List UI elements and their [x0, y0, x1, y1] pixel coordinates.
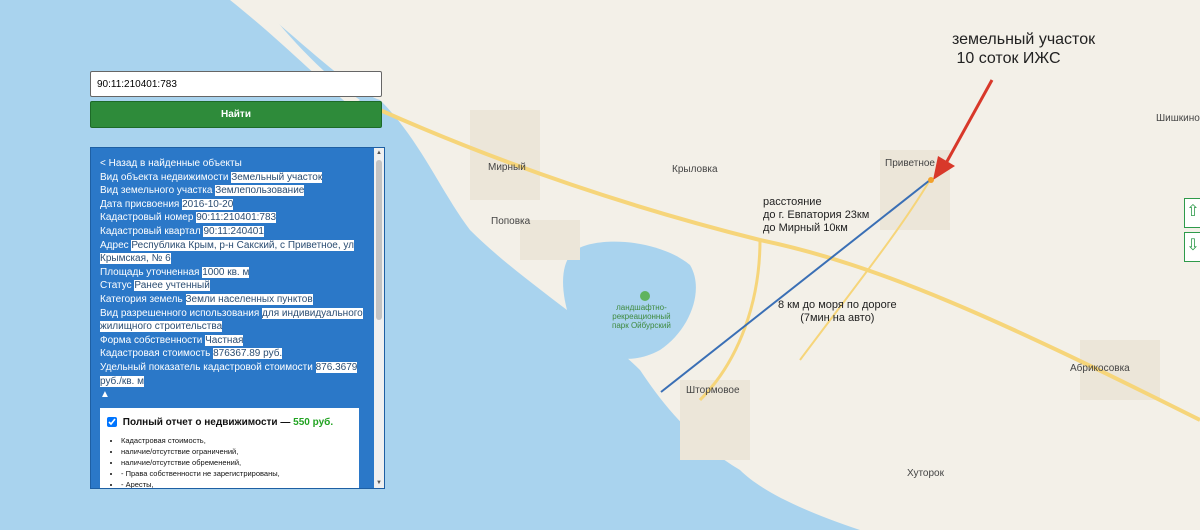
info-row: Вид разрешенного использования для индив… — [100, 307, 365, 334]
info-row-label: Адрес — [100, 239, 129, 251]
search-button[interactable]: Найти — [90, 101, 382, 128]
info-row: Вид объекта недвижимости Земельный участ… — [100, 171, 365, 185]
info-row: Удельный показатель кадастровой стоимост… — [100, 361, 365, 388]
info-row-value: 876367.89 руб. — [213, 348, 283, 360]
info-row-value: Ранее учтенный — [134, 280, 210, 292]
place-khutorok: Хуторок — [907, 468, 944, 479]
info-row-value: Республика Крым, р-н Сакский, с Приветно… — [100, 239, 354, 265]
place-mirny: Мирный — [488, 162, 526, 173]
report-checkbox[interactable] — [107, 416, 117, 427]
report-item: наличие/отсутствие ограничений, — [121, 446, 352, 457]
info-row-value: 2016-10-20 — [182, 198, 234, 210]
info-row-label: Статус — [100, 280, 132, 292]
info-row-label: Дата присвоения — [100, 198, 180, 210]
place-krylovka: Крыловка — [672, 164, 718, 175]
back-to-results-link[interactable]: < Назад в найденные объекты — [100, 157, 365, 171]
info-row: Вид земельного участка Землепользование — [100, 184, 365, 198]
report-item: Кадастровая стоимость, — [121, 435, 352, 446]
report-price: 550 руб. — [293, 416, 334, 428]
report-item: - Аресты, — [121, 479, 352, 488]
annotation-distance: расстояние до г. Евпатория 23км до Мирны… — [763, 196, 870, 234]
map-arrow-down-icon[interactable]: ⇩ — [1184, 232, 1200, 262]
annotation-sea: 8 км до моря по дороге (7мин на авто) — [778, 299, 897, 324]
info-row-value: 90:11:210401:783 — [196, 212, 277, 224]
info-row-label: Вид разрешенного использования — [100, 307, 260, 319]
info-row-value: Землепользование — [215, 185, 305, 197]
search-panel: Найти — [90, 71, 382, 128]
info-row-label: Кадастровая стоимость — [100, 348, 211, 360]
info-row-value: Частная — [205, 334, 244, 346]
info-row-label: Площадь уточненная — [100, 266, 200, 278]
info-row: Форма собственности Частная — [100, 334, 365, 348]
info-scroll-area[interactable]: < Назад в найденные объекты Вид объекта … — [91, 148, 373, 488]
scroll-up-icon[interactable]: ▲ — [374, 148, 384, 158]
info-row: Статус Ранее учтенный — [100, 279, 365, 293]
info-row-label: Кадастровый номер — [100, 212, 194, 224]
info-scrollbar[interactable]: ▲ ▼ — [374, 148, 384, 488]
place-privetnoe: Приветное — [885, 158, 935, 169]
plot-marker — [928, 177, 934, 183]
info-row-label: Форма собственности — [100, 334, 203, 346]
place-park: ландшафтно- рекреационный парк Ойбурский — [612, 303, 671, 330]
info-row-label: Категория земель — [100, 293, 183, 305]
map-arrow-up-icon[interactable]: ⇧ — [1184, 198, 1200, 228]
info-row-label: Вид земельного участка — [100, 185, 213, 197]
info-row: Адрес Республика Крым, р-н Сакский, с Пр… — [100, 239, 365, 266]
place-popovka: Поповка — [491, 216, 531, 227]
info-row: Кадастровый номер 90:11:210401:783 — [100, 211, 365, 225]
place-stormovoe: Штормовое — [686, 385, 740, 396]
report-item: - Права собственности не зарегистрирован… — [121, 468, 352, 479]
collapse-toggle[interactable]: ▲ — [100, 388, 365, 402]
info-row: Дата присвоения 2016-10-20 — [100, 198, 365, 212]
info-row-label: Удельный показатель кадастровой стоимост… — [100, 361, 313, 373]
report-item: наличие/отсутствие обременений, — [121, 457, 352, 468]
scroll-down-icon[interactable]: ▼ — [374, 478, 384, 488]
info-row-value: 1000 кв. м — [202, 266, 250, 278]
annotation-plot: земельный участок 10 соток ИЖС — [952, 31, 1096, 67]
report-title-text: Полный отчет о недвижимости — — [122, 416, 291, 428]
info-row-value: Земельный участок — [231, 171, 323, 183]
property-info-panel: < Назад в найденные объекты Вид объекта … — [90, 147, 385, 489]
info-row: Категория земель Земли населенных пункто… — [100, 293, 365, 307]
info-row-label: Вид объекта недвижимости — [100, 171, 229, 183]
cadastral-search-input[interactable] — [90, 71, 382, 97]
park-icon — [640, 291, 650, 301]
report-offer: Полный отчет о недвижимости — 550 руб. К… — [100, 407, 359, 488]
info-row-value: 90:11:240401 — [203, 225, 264, 237]
report-items-list: Кадастровая стоимость,наличие/отсутствие… — [107, 435, 352, 488]
info-row: Кадастровая стоимость 876367.89 руб. — [100, 347, 365, 361]
scroll-thumb[interactable] — [376, 160, 382, 320]
place-shishkino: Шишкино — [1156, 113, 1200, 124]
place-abrikosovka: Абрикосовка — [1070, 363, 1130, 374]
info-row: Площадь уточненная 1000 кв. м — [100, 266, 365, 280]
info-row: Кадастровый квартал 90:11:240401 — [100, 225, 365, 239]
info-row-value: Земли населенных пунктов — [185, 293, 313, 305]
info-row-label: Кадастровый квартал — [100, 225, 201, 237]
